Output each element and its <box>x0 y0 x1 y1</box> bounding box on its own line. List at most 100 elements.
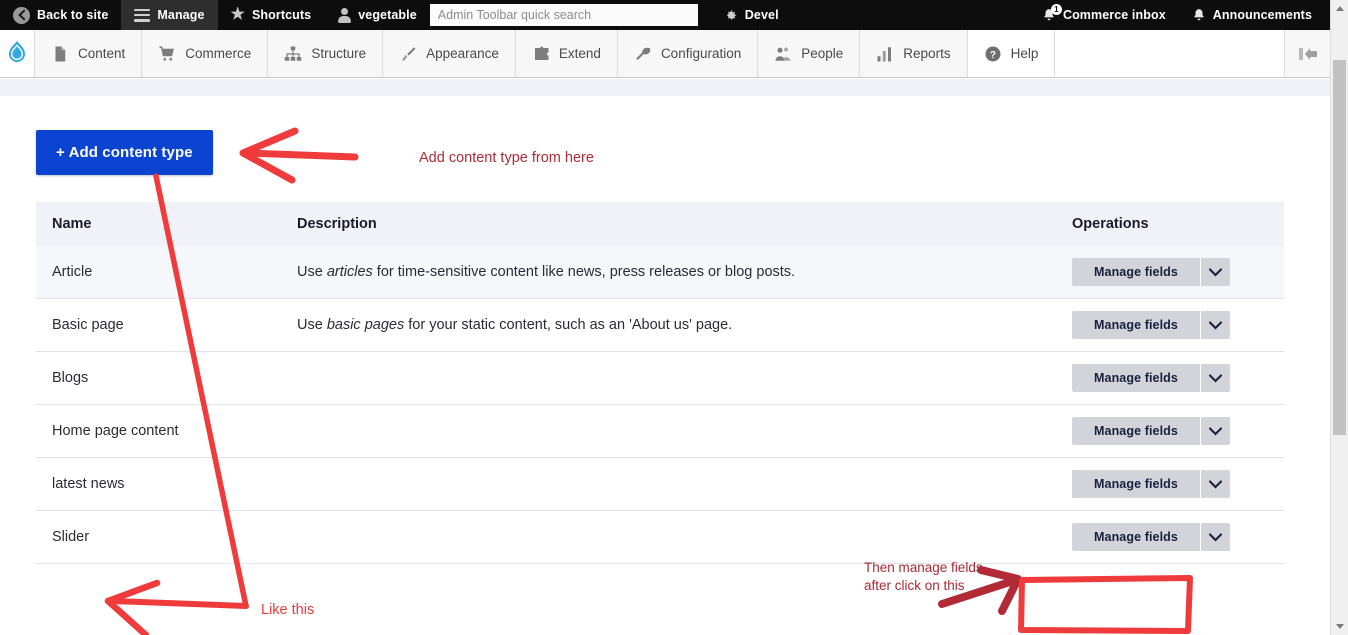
operations-dropdown-toggle[interactable] <box>1199 417 1230 445</box>
desc-pre: Use <box>297 264 327 280</box>
gear-icon <box>726 10 736 20</box>
menu-item-appearance-label: Appearance <box>426 46 499 61</box>
menu-item-people-label: People <box>801 46 844 61</box>
chevron-down-icon <box>1208 373 1222 382</box>
menu-item-people[interactable]: People <box>757 30 860 77</box>
operations-dropdown-toggle[interactable] <box>1199 470 1230 498</box>
table-header-row: Name Description Operations <box>36 202 1284 246</box>
scroll-up-button[interactable] <box>1331 0 1348 17</box>
row-description <box>281 510 1056 564</box>
row-description <box>281 351 1056 405</box>
operations-dropdown-toggle[interactable] <box>1199 523 1230 551</box>
user-icon <box>337 7 352 23</box>
manage-fields-button[interactable]: Manage fields <box>1072 364 1200 392</box>
row-name: Slider <box>36 510 281 564</box>
operations-dropdown-toggle[interactable] <box>1199 258 1230 286</box>
row-description: Use basic pages for your static content,… <box>281 298 1056 352</box>
annotation-add-from-here: Add content type from here <box>419 150 594 166</box>
menu-item-structure[interactable]: Structure <box>267 30 383 77</box>
operations-dropdown-toggle[interactable] <box>1199 364 1230 392</box>
menu-item-help[interactable]: ? Help <box>966 30 1055 77</box>
desc-emphasis: basic pages <box>326 317 405 333</box>
commerce-inbox-tab[interactable]: 1 Commerce inbox <box>1029 0 1179 30</box>
chevron-down-icon <box>1208 320 1222 329</box>
table-row: Blogs Manage fields <box>36 351 1284 405</box>
manage-fields-button[interactable]: Manage fields <box>1072 417 1200 445</box>
scrollbar-thumb[interactable] <box>1333 60 1346 435</box>
menu-item-extend[interactable]: Extend <box>514 30 617 77</box>
question-mark-icon: ? <box>985 46 1001 61</box>
column-header-description: Description <box>281 202 1056 246</box>
annotation-then-manage-line2: after click on this <box>864 578 965 593</box>
column-header-name: Name <box>36 202 281 246</box>
bar-chart-icon <box>877 46 892 61</box>
row-description <box>281 457 1056 511</box>
operations-dropdown-toggle[interactable] <box>1199 311 1230 339</box>
table-row: Home page content Manage fields <box>36 404 1284 458</box>
admin-quick-search-input[interactable] <box>429 4 698 26</box>
annotation-then-manage-line1: Then manage fields <box>864 560 983 575</box>
row-name: Blogs <box>36 351 281 405</box>
menu-item-commerce-label: Commerce <box>185 46 252 61</box>
menu-item-commerce[interactable]: Commerce <box>141 30 268 77</box>
add-content-type-button[interactable]: + Add content type <box>36 130 213 175</box>
page-top-strip <box>0 79 1330 96</box>
operations-split-button: Manage fields <box>1072 311 1230 339</box>
manage-label: Manage <box>157 8 205 22</box>
operations-split-button: Manage fields <box>1072 258 1230 286</box>
row-name: Basic page <box>36 298 281 352</box>
shortcuts-tab[interactable]: ★ Shortcuts <box>218 0 325 30</box>
star-icon: ★ <box>230 6 245 23</box>
collapse-left-icon <box>1298 47 1317 60</box>
manage-fields-button[interactable]: Manage fields <box>1072 523 1200 551</box>
back-to-site-button[interactable]: Back to site <box>0 0 121 30</box>
scroll-down-button[interactable] <box>1331 618 1348 635</box>
people-icon <box>775 47 791 61</box>
back-to-site-label: Back to site <box>37 8 109 22</box>
row-name: Home page content <box>36 404 281 458</box>
manage-fields-button[interactable]: Manage fields <box>1072 258 1200 286</box>
desc-pre: Use <box>297 317 327 333</box>
admin-menu-bar: Content Commerce Structure Appearance Ex… <box>0 30 1330 78</box>
bell-icon: 1 <box>1042 4 1062 23</box>
collapse-toolbar-button[interactable] <box>1284 30 1330 77</box>
menu-item-reports-label: Reports <box>903 46 951 61</box>
hamburger-icon <box>134 8 151 22</box>
row-operations: Manage fields <box>1056 404 1284 458</box>
operations-split-button: Manage fields <box>1072 523 1230 551</box>
menu-item-content[interactable]: Content <box>34 30 142 77</box>
row-name: Article <box>36 246 281 299</box>
drupal-droplet-icon <box>9 40 25 62</box>
operations-split-button: Manage fields <box>1072 417 1230 445</box>
devel-tab[interactable]: Devel <box>710 0 792 30</box>
wrench-icon <box>636 47 651 60</box>
manage-fields-button[interactable]: Manage fields <box>1072 470 1200 498</box>
content-types-table: Name Description Operations Article Use … <box>36 202 1284 564</box>
chevron-down-icon <box>1208 267 1222 276</box>
manage-tab[interactable]: Manage <box>121 0 218 30</box>
annotation-like-this: Like this <box>261 602 315 618</box>
menu-item-appearance[interactable]: Appearance <box>382 30 515 77</box>
menu-item-configuration[interactable]: Configuration <box>616 30 758 77</box>
menu-item-configuration-label: Configuration <box>660 46 742 61</box>
triangle-down-icon <box>1335 624 1344 629</box>
menu-item-content-label: Content <box>78 46 126 61</box>
vertical-scrollbar[interactable] <box>1330 0 1348 635</box>
row-description <box>281 404 1056 458</box>
column-header-operations: Operations <box>1056 202 1284 246</box>
announcements-tab[interactable]: Announcements <box>1179 0 1330 30</box>
operations-split-button: Manage fields <box>1072 364 1230 392</box>
svg-text:?: ? <box>990 49 996 60</box>
menu-item-reports[interactable]: Reports <box>859 30 967 77</box>
document-icon <box>55 46 66 61</box>
back-chevron-icon <box>13 6 30 24</box>
table-row: latest news Manage fields <box>36 457 1284 511</box>
row-operations: Manage fields <box>1056 246 1284 299</box>
browser-viewport: Back to site Manage ★ Shortcuts vegetabl… <box>0 0 1348 635</box>
chevron-down-icon <box>1208 532 1222 541</box>
commerce-inbox-badge: 1 <box>1050 4 1062 15</box>
drupal-logo[interactable] <box>0 30 34 77</box>
user-account-tab[interactable]: vegetable <box>324 0 430 30</box>
manage-fields-button[interactable]: Manage fields <box>1072 311 1200 339</box>
